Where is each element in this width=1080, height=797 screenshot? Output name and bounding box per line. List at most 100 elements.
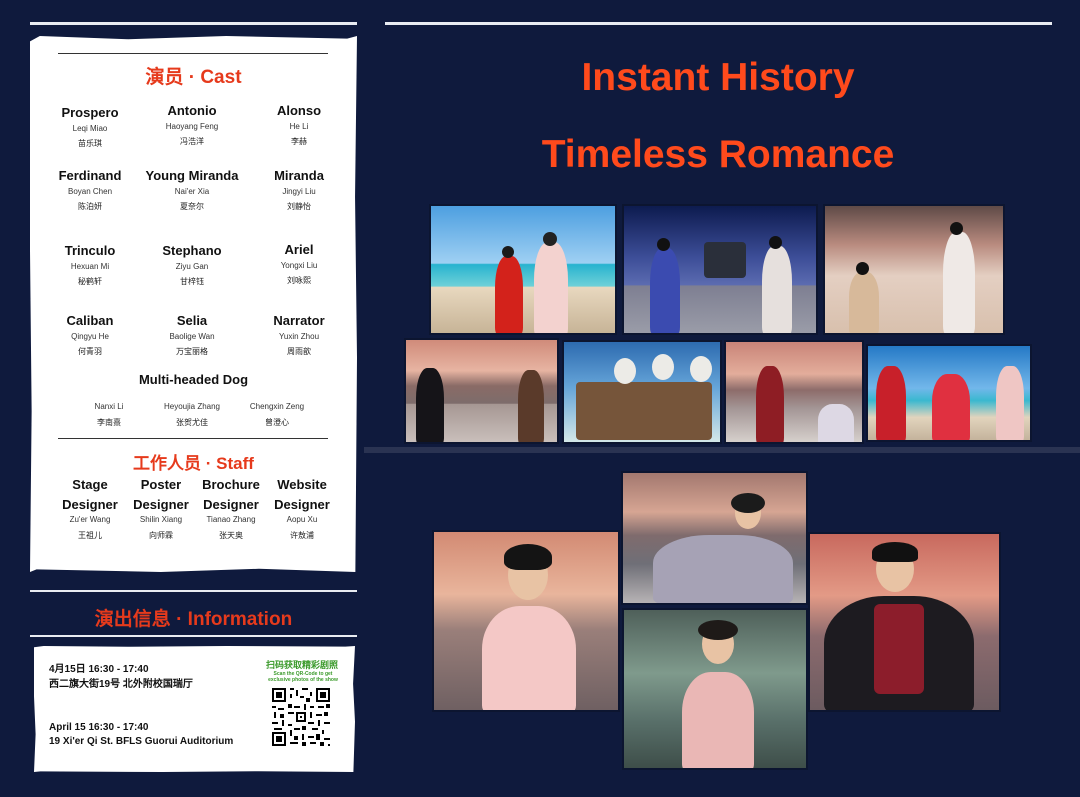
staff-role: Poster (140, 477, 182, 492)
actor-figure (874, 604, 924, 694)
top-rule-right (385, 22, 1052, 25)
actor-head (543, 232, 557, 246)
role-name: Selia (176, 313, 208, 328)
actor-name-zh: 周雨歆 (287, 347, 311, 356)
role-name: Alonso (276, 103, 322, 118)
actor-head (614, 358, 636, 384)
staff-member: Stage Designer Zu'er Wang 王祖儿 (53, 475, 127, 541)
stage-photo (429, 204, 617, 335)
staff-title: 工作人员 · Staff (133, 454, 254, 473)
info-panel: 4月15日 16:30 - 17:40 西二旗大街19号 北外附校国瑞厅 Apr… (34, 646, 355, 772)
actor-name-zh: 李赫 (291, 137, 307, 146)
actor-head (856, 262, 869, 275)
actor-figure (849, 272, 879, 333)
actor-name-zh: 万宝丽格 (176, 347, 208, 356)
staff-role: Stage (72, 477, 108, 492)
en-time: April 15 16:30 - 17:40 (49, 722, 149, 733)
staff-name-en: Aopu Xu (286, 515, 318, 524)
role-name: Stephano (162, 243, 222, 258)
actor-name-zh: 曾澄心 (265, 418, 289, 427)
portrait-photo (621, 471, 808, 605)
cast-member: Alonso He Li 李赫 (239, 103, 357, 147)
stage-photo (724, 340, 864, 444)
actor-head (502, 246, 514, 258)
actor-figure (650, 248, 680, 333)
zh-time: 4月15日 16:30 - 17:40 (49, 664, 149, 675)
headline-line2: Timeless Romance (541, 133, 895, 176)
divider (58, 438, 328, 439)
actor-name-en: Jingyi Liu (282, 187, 316, 196)
actor-figure (482, 606, 576, 710)
photo-shelf (364, 447, 1080, 453)
portrait-photo (622, 608, 808, 770)
en-address: 19 Xi'er Qi St. BFLS Guorui Auditorium (49, 736, 234, 747)
actor-name-en: He Li (289, 122, 309, 131)
actor-figure (762, 246, 792, 333)
cast-member: Stephano Ziyu Gan 甘梓钰 (132, 243, 252, 287)
staff-role: Designer (274, 497, 330, 512)
qr-caption: exclusive photos of the show (268, 677, 338, 683)
qr-title: 扫码获取精彩剧照 (265, 660, 338, 670)
role-name: Antonio (167, 103, 217, 118)
actor-figure (704, 242, 746, 278)
portrait-photo (808, 532, 1001, 712)
actor-head (652, 354, 674, 380)
actor-figure (653, 535, 793, 603)
actor-head (657, 238, 670, 251)
info-rule-bottom (30, 635, 357, 637)
cast-staff-panel: 演员 · Cast Prospero Leqi Miao 苗乐琪 Antonio Ha… (30, 36, 357, 572)
staff-member: Brochure Designer Tianao Zhang 张天奥 (194, 475, 268, 541)
staff-member: Website Designer Aopu Xu 许敖浦 (265, 475, 339, 541)
dog-actor: Chengxin Zeng 曾澄心 (222, 402, 332, 428)
actor-figure (682, 672, 754, 768)
actor-figure (943, 232, 975, 333)
actor-hair (872, 542, 918, 562)
role-name: Narrator (273, 313, 325, 328)
cast-member: Ariel Yongxi Liu 刘咏熙 (239, 242, 357, 286)
staff-role: Website (277, 477, 327, 492)
role-name: Ariel (284, 242, 314, 257)
actor-head (950, 222, 963, 235)
cast-member: Miranda Jingyi Liu 刘静怡 (239, 168, 357, 212)
role-name: Young Miranda (145, 168, 239, 183)
actor-name-en: Yongxi Liu (280, 261, 318, 270)
actor-figure (416, 368, 444, 442)
actor-figure (495, 256, 523, 333)
actor-name-en: Haoyang Feng (165, 122, 219, 131)
info-rule-top (30, 590, 357, 592)
headline-line1: Instant History (581, 56, 855, 99)
actor-figure (818, 404, 854, 442)
actor-head (690, 356, 712, 382)
actor-name-en: Chengxin Zeng (249, 402, 305, 411)
staff-name-en: Tianao Zhang (206, 515, 256, 524)
staff-role: Brochure (202, 477, 260, 492)
actor-figure (518, 370, 544, 442)
info-title: 演出信息 · Information (94, 609, 293, 630)
actor-hair (731, 493, 765, 513)
cast-member: Selia Baolige Wan 万宝丽格 (132, 313, 252, 357)
actor-name-zh: 夏奈尔 (180, 202, 204, 211)
cast-title: 演员 · Cast (145, 67, 242, 88)
top-rule-left (30, 22, 357, 25)
stage-photo (622, 204, 818, 335)
staff-name-zh: 王祖儿 (78, 531, 102, 540)
actor-figure (996, 366, 1024, 440)
staff-role: Designer (62, 497, 118, 512)
staff-member: Poster Designer Shilin Xiang 向师霖 (124, 475, 198, 541)
actor-hair (698, 620, 738, 640)
actor-figure (932, 374, 970, 440)
staff-role: Designer (133, 497, 189, 512)
actor-name-zh: 刘咏熙 (287, 276, 311, 285)
actor-name-zh: 刘静怡 (287, 202, 311, 211)
staff-name-en: Zu'er Wang (69, 515, 111, 524)
staff-name-en: Shilin Xiang (139, 515, 183, 524)
qr-code[interactable] (270, 686, 332, 748)
actor-head (769, 236, 782, 249)
actor-figure (756, 366, 784, 442)
actor-figure (534, 242, 568, 333)
stage-photo (823, 204, 1005, 335)
divider (58, 53, 328, 54)
staff-name-zh: 许敖浦 (290, 531, 314, 540)
actor-name-en: Ziyu Gan (175, 262, 209, 271)
stage-photo (866, 344, 1032, 442)
